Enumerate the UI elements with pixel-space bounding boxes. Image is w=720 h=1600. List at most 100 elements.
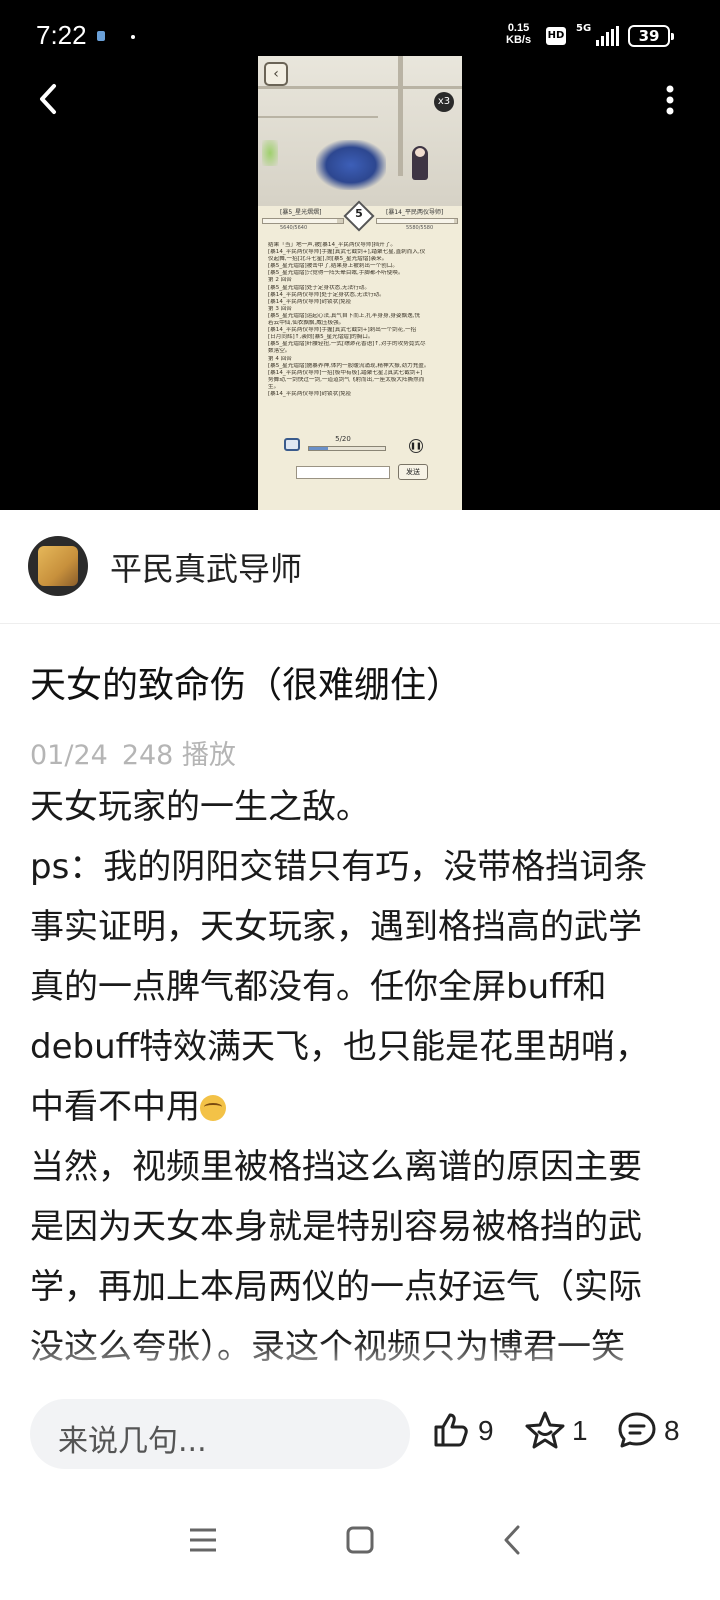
comment-button[interactable]: 8 (616, 1409, 688, 1453)
post-line: 学，再加上本局两仪的一点好运气（实际 (30, 1267, 642, 1307)
battle-log-line: 结果「当」地一声,被[暴14_平民两仪导师]挡开了。 (268, 242, 396, 248)
game-speed-badge[interactable]: x3 (434, 92, 454, 112)
nav-back-icon (504, 1525, 520, 1555)
post-line-with-emoji: 中看不中用 (30, 1077, 692, 1137)
bottom-action-bar: 来说几句... 9 1 8 (0, 1385, 720, 1485)
game-chat-input[interactable] (296, 466, 390, 479)
author-row[interactable]: 平民真武导师 (0, 510, 720, 624)
network-speed-value: 0.15 (507, 22, 530, 34)
thumbs-up-icon (434, 1413, 468, 1447)
battle-log-line: [暴14_平民两仪导师]手握[真武七截剑+],踏聚七星,直刺而入,仪 (268, 249, 426, 256)
battle-log-line: 若云中仙,仙衣飘飘,威压极强。 (268, 320, 345, 327)
menu-icon (190, 1528, 216, 1552)
smirk-emoji-icon (200, 1095, 226, 1121)
right-hp-bar (376, 218, 458, 224)
more-vertical-icon (666, 85, 674, 115)
battle-log-line: [暴5_星光熠熠]被击中了,结果身上被刺出一个创口。 (268, 263, 398, 270)
nav-back-button[interactable] (484, 1515, 544, 1565)
comment-count: 8 (664, 1415, 680, 1446)
hd-icon: HD (546, 27, 566, 45)
post-body: 天女玩家的一生之敌。 ps：我的阴阳交错只有巧，没带格挡词条 事实证明，天女玩家… (30, 777, 692, 1383)
post-line-text: 中看不中用 (30, 1087, 200, 1127)
pause-button[interactable]: ❚❚ (409, 439, 423, 453)
avatar[interactable] (28, 536, 88, 596)
more-options-button[interactable] (655, 82, 685, 118)
battle-log-line: [暴14_平民两仪导师]手握[真武七截剑+]刺出一个剑花,一招 (268, 327, 417, 334)
replay-progress-label: 5/20 (335, 435, 351, 443)
chat-icon[interactable] (284, 438, 300, 451)
text-fade-overlay (0, 1340, 720, 1385)
battery-icon: 39 (628, 25, 674, 47)
star-icon (525, 1411, 565, 1449)
left-fighter-name: [暴5_星光熠熠] (280, 209, 322, 216)
battle-log-line: 数落空。 (268, 348, 291, 355)
fighter-status: [暴5_星光熠熠] [暴14_平民两仪导师] 5640/5640 5580/55… (258, 200, 462, 232)
signal-icon (596, 26, 619, 46)
network-type: 5G (576, 23, 592, 34)
avatar-image (38, 546, 78, 586)
system-nav-bar (0, 1485, 720, 1600)
battle-scene: ‹ x3 (258, 56, 462, 206)
post-meta: 01/24 248 播放 (30, 733, 236, 772)
author-name[interactable]: 平民真武导师 (110, 544, 302, 590)
left-hp-text: 5640/5640 (280, 225, 308, 231)
battle-log-line: 第 4 回合 (268, 355, 292, 362)
post-title: 天女的致命伤（很难绷住） (30, 665, 463, 706)
game-controls: 5/20 ❚❚ 发送 (258, 430, 462, 510)
post-line: 是因为天女本身就是特别容易被格挡的武 (30, 1207, 642, 1247)
back-button[interactable] (30, 80, 70, 120)
nav-menu-button[interactable] (174, 1515, 234, 1565)
favorite-button[interactable]: 1 (524, 1409, 588, 1453)
right-hp-text: 5580/5580 (406, 225, 434, 231)
status-time: 7:22 (36, 20, 87, 50)
left-hp-bar (262, 218, 344, 224)
post-date: 01/24 (30, 740, 108, 771)
comment-placeholder: 来说几句... (58, 1424, 207, 1459)
post-line: 天女玩家的一生之敌。 (30, 787, 370, 827)
post-line: 当然，视频里被格挡这么离谱的原因主要 (30, 1147, 642, 1187)
chevron-left-icon (40, 84, 56, 114)
battle-log-line: [日月同辉]↑,袭向[暴5_星光熠熠]的胸口。 (268, 334, 374, 341)
right-fighter-name: [暴14_平民两仪导师] (386, 209, 444, 216)
like-button[interactable]: 9 (430, 1409, 500, 1453)
battle-log-line: [暴5_星光熠熠]只觉得一阵头晕目眩,手脚都不听使唤。 (268, 270, 404, 277)
network-speed: 0.15 KB/s (506, 22, 531, 46)
battle-log-line: [暴14_平民两仪导师]封锁状|免疫 (268, 390, 352, 397)
post-line: ps：我的阴阳交错只有巧，没带格挡词条 (30, 847, 648, 887)
game-screen: ‹ x3 [暴5_星光熠熠] [暴14_平民两仪导师] 5640/5640 55… (258, 56, 462, 510)
skill-effect (316, 140, 386, 190)
game-back-button[interactable]: ‹ (264, 62, 288, 86)
post-line: 事实证明，天女玩家，遇到格挡高的武学 (30, 907, 642, 947)
battle-log: 结果「当」地一声,被[暴14_平民两仪导师]挡开了。 [暴14_平民两仪导师]手握… (268, 242, 454, 422)
send-button[interactable]: 发送 (398, 464, 428, 480)
battle-log-line: [暴14_平民两仪导师]一招[极中有极],踏聚七星,[真武七截剑+] (268, 369, 423, 376)
square-home-icon (346, 1526, 374, 1554)
replay-progress-fill (309, 447, 328, 450)
battle-log-line: [暴5_星光熠熠]纤腰轻扭,一式[缥渺花香语]↑,对手的攻势竟式尽 (268, 341, 426, 348)
replay-progress-bar[interactable] (308, 446, 386, 451)
notification-icon (97, 31, 105, 41)
battle-log-line: [暴14_平民两仪导师]处于定身状态,无法行动。 (268, 291, 385, 298)
round-number: 5 (355, 207, 363, 220)
post-line: 真的一点脾气都没有。任你全屏buff和 (30, 967, 607, 1007)
fighter-sprite-left (262, 140, 278, 166)
post-line: debuff特效满天飞，也只能是花里胡哨， (30, 1027, 650, 1067)
favorite-count: 1 (572, 1415, 588, 1446)
notification-dot-icon (131, 35, 135, 39)
battle-log-line: [暴5_星光熠熠]处于定身状态,无法行动。 (268, 284, 370, 291)
network-speed-unit: KB/s (506, 34, 532, 46)
like-count: 9 (478, 1415, 494, 1446)
battle-log-line: 生。 (268, 383, 280, 390)
fighter-sprite-right (412, 146, 428, 180)
battle-log-line: 第 3 回合 (268, 305, 292, 312)
video-player[interactable]: 7:22 0.15 KB/s HD 5G 39 ‹ x3 [暴5_星光熠熠] [… (0, 0, 720, 510)
battle-log-line: [暴5_星光熠熠]施暴养神,体内一股暖流涌现,精神大振,劲力充盈。 (268, 362, 430, 369)
post-plays: 248 播放 (121, 740, 236, 771)
battle-log-line: [暴14_平民两仪导师]封锁状|免疫 (268, 298, 352, 305)
comment-bubble-icon (618, 1412, 656, 1448)
battle-log-line: 势舞动,一剑快过一剑,一道道剑气飞射而出,一座太极大阵撕然而 (268, 376, 425, 383)
battle-log-line: [暴5_星光熠熠]运起心法,真气自下而上,扎半身身,身姿飘逸,恍 (268, 312, 421, 319)
battle-log-line: 仪起舞,一招[北斗七星],向[暴5_星光熠熠]袭来。 (268, 256, 388, 263)
comment-input[interactable]: 来说几句... (30, 1399, 410, 1469)
nav-home-button[interactable] (330, 1515, 390, 1565)
